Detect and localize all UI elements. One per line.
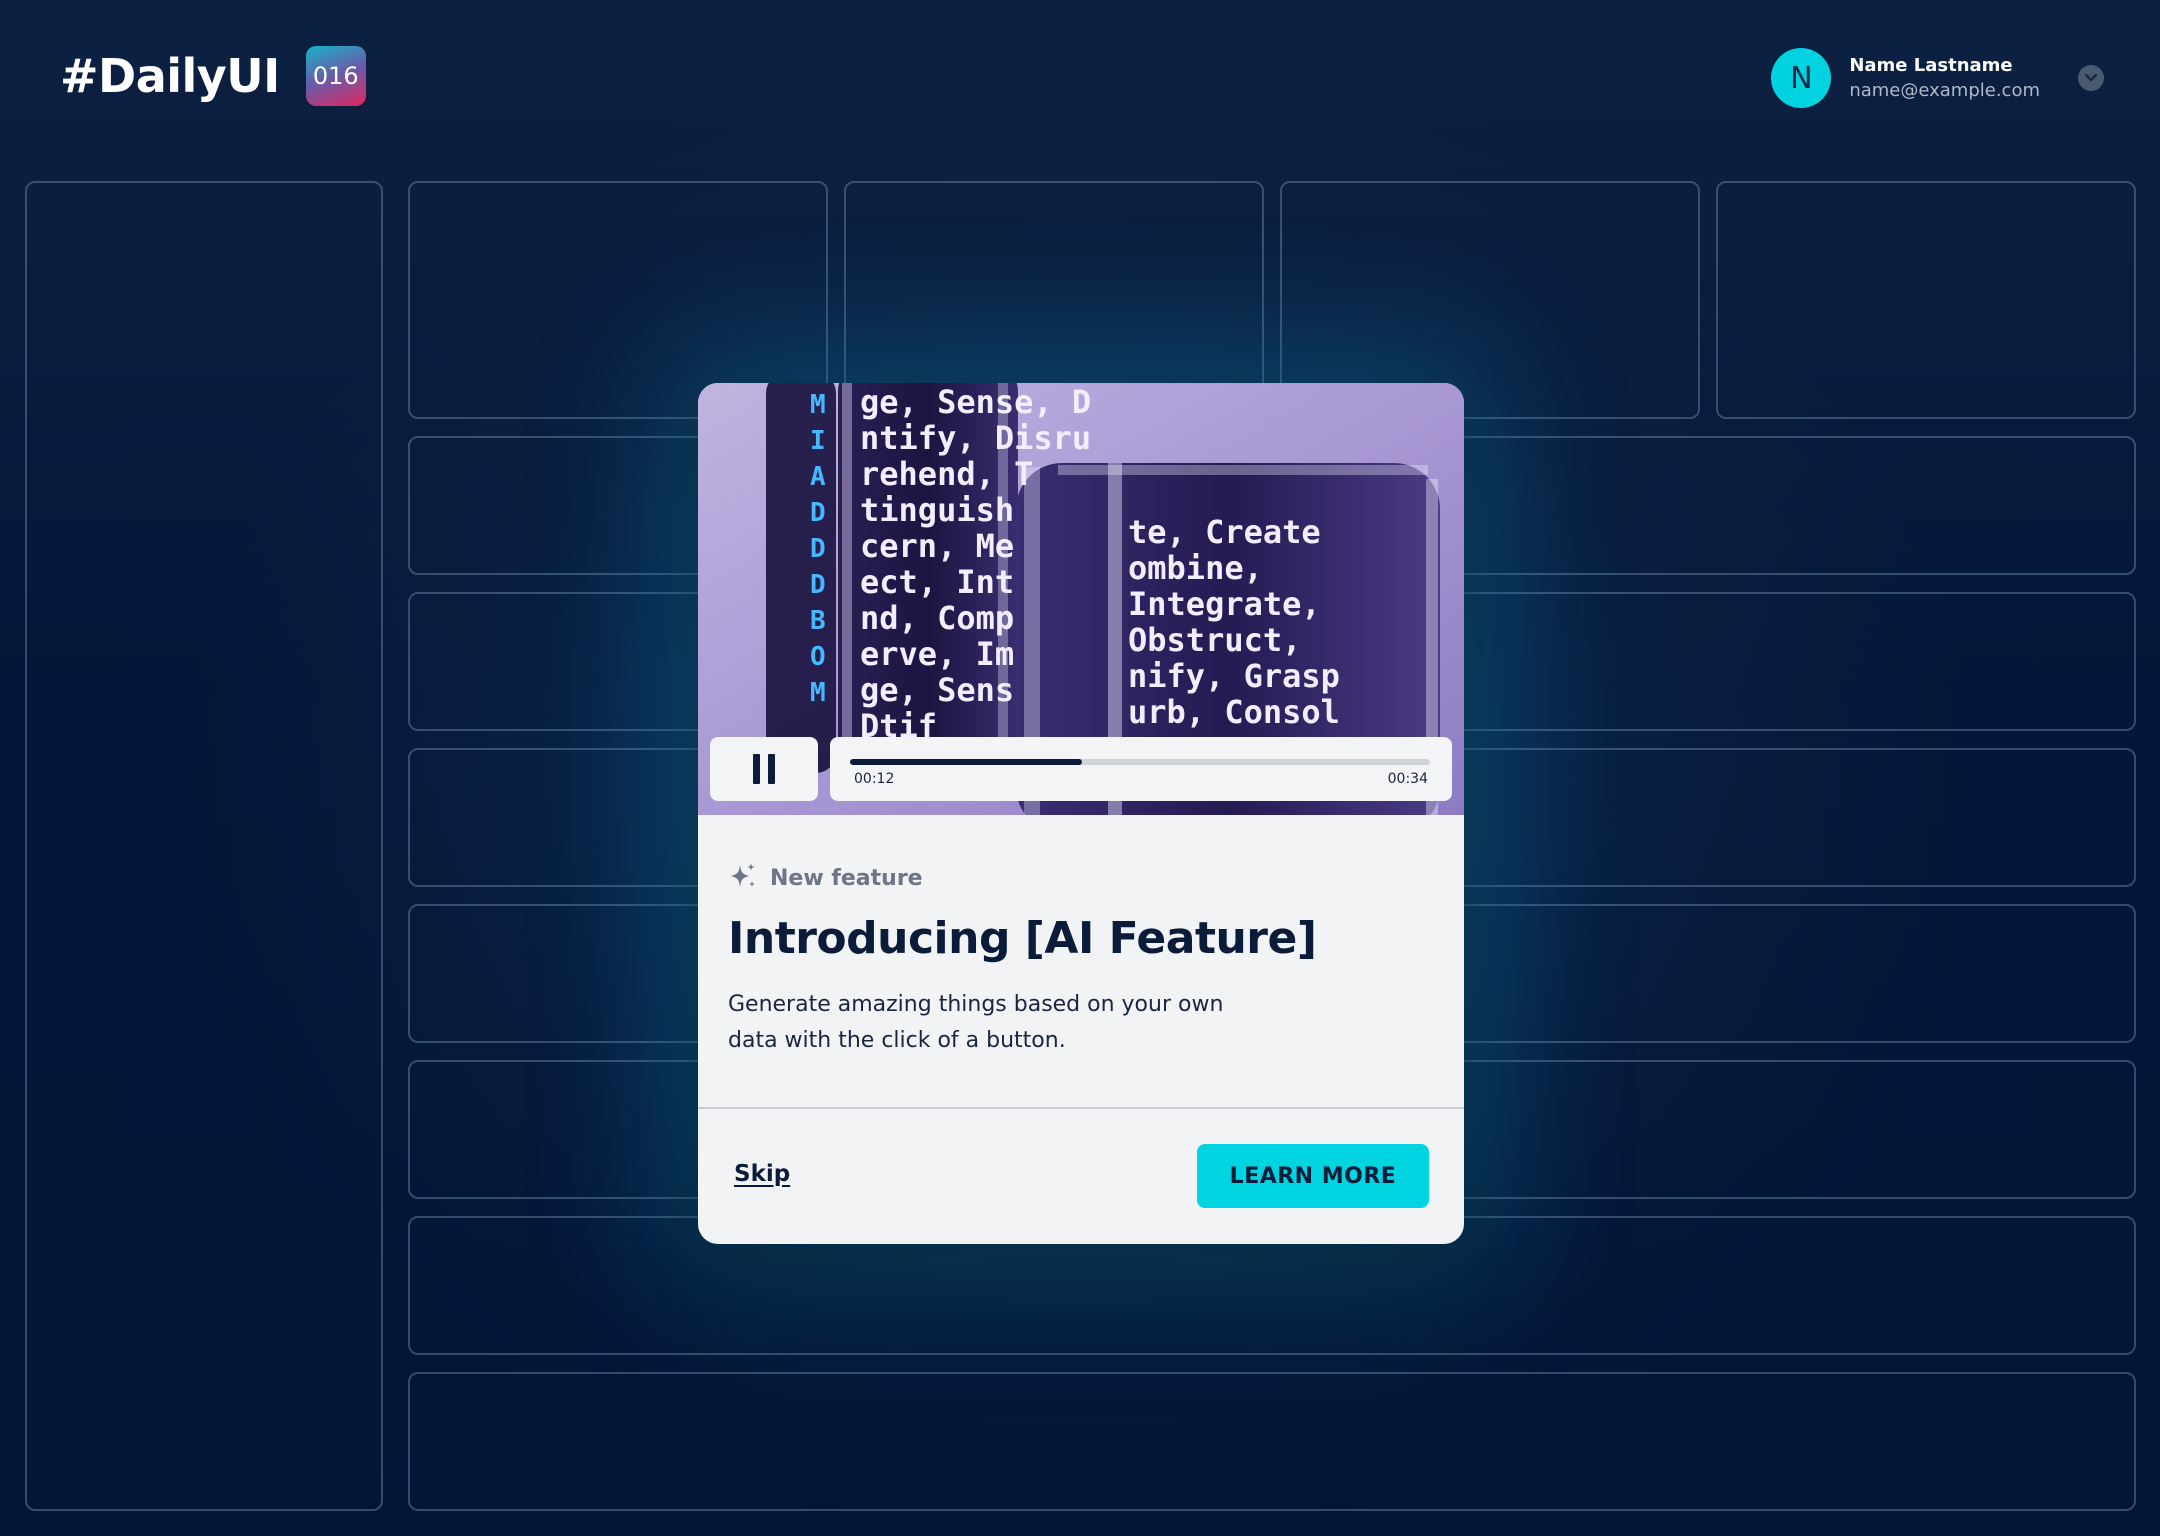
user-info: Name Lastname name@example.com bbox=[1849, 55, 2040, 101]
media-code-char: O bbox=[810, 642, 826, 672]
chevron-down-icon[interactable] bbox=[2078, 65, 2104, 91]
progress-control: 00:12 00:34 bbox=[830, 737, 1452, 801]
tag-label: New feature bbox=[770, 865, 923, 891]
media-code-char: M bbox=[810, 390, 826, 420]
media-code-char: D bbox=[810, 570, 826, 600]
media-code-line: cern, Me bbox=[860, 527, 1014, 565]
media-code-line: urb, Consol bbox=[1128, 693, 1340, 731]
user-email: name@example.com bbox=[1849, 80, 2040, 101]
media-code-char: A bbox=[810, 462, 826, 492]
media-code-line: te, Create bbox=[1128, 513, 1321, 551]
media-code-char: I bbox=[810, 426, 826, 456]
learn-more-button[interactable]: LEARN MORE bbox=[1197, 1144, 1429, 1208]
current-time: 00:12 bbox=[854, 771, 895, 787]
pause-button[interactable] bbox=[710, 737, 818, 801]
media-code-char: D bbox=[810, 498, 826, 528]
row-panel bbox=[408, 1372, 2136, 1511]
media-code-line: erve, Im bbox=[860, 635, 1014, 673]
user-name: Name Lastname bbox=[1849, 55, 2013, 76]
media-code-line: tinguish bbox=[860, 491, 1014, 529]
card-panel bbox=[1716, 181, 2136, 419]
brand: #DailyUI 016 bbox=[60, 46, 366, 106]
brand-title: #DailyUI bbox=[60, 49, 280, 103]
video-controls: 00:12 00:34 bbox=[710, 737, 1452, 801]
total-time: 00:34 bbox=[1387, 771, 1428, 787]
video-preview[interactable]: ge, Sense, Dntify, Disru rehend, Ttinguis… bbox=[698, 383, 1464, 815]
media-code-line: rehend, T bbox=[860, 455, 1033, 493]
progress-fill bbox=[850, 759, 1082, 765]
sparkle-icon bbox=[728, 861, 758, 895]
media-code-line: ge, Sens bbox=[860, 671, 1014, 709]
media-code-line: nify, Grasp bbox=[1128, 657, 1340, 695]
media-code-line: Obstruct, bbox=[1128, 621, 1301, 659]
media-code-char: M bbox=[810, 678, 826, 708]
divider bbox=[698, 1107, 1464, 1109]
feature-modal: ge, Sense, Dntify, Disru rehend, Ttinguis… bbox=[698, 383, 1464, 1244]
modal-title: Introducing [AI Feature] bbox=[728, 913, 1317, 964]
media-code-char: B bbox=[810, 606, 826, 636]
skip-link[interactable]: Skip bbox=[734, 1161, 790, 1187]
pause-icon bbox=[749, 754, 779, 784]
media-code-line: nd, Comp bbox=[860, 599, 1014, 637]
progress-track[interactable] bbox=[850, 759, 1430, 765]
media-code-line: ntify, Disru bbox=[860, 419, 1091, 457]
day-badge: 016 bbox=[305, 46, 366, 106]
feature-tag: New feature bbox=[728, 861, 923, 895]
sidebar-panel bbox=[25, 181, 383, 1511]
modal-description: Generate amazing things based on your ow… bbox=[728, 992, 1224, 1053]
media-code-char: D bbox=[810, 534, 826, 564]
avatar[interactable]: N bbox=[1771, 48, 1832, 108]
media-code-line: ge, Sense, D bbox=[860, 383, 1091, 421]
media-code-line: ombine, bbox=[1128, 549, 1263, 587]
media-code-line: Integrate, bbox=[1128, 585, 1321, 623]
user-menu[interactable]: N Name Lastname name@example.com bbox=[1771, 48, 2104, 108]
media-code-line: ect, Int bbox=[860, 563, 1014, 601]
